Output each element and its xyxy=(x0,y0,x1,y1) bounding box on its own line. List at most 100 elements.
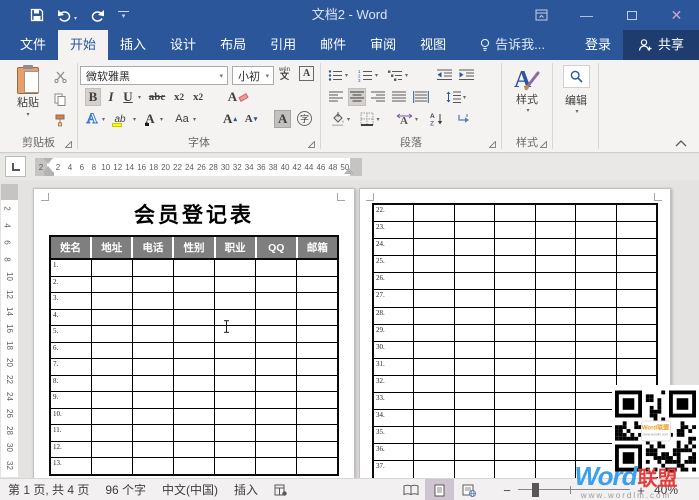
table-cell[interactable] xyxy=(133,359,173,375)
table-header-cell[interactable]: 性别 xyxy=(174,237,214,258)
table-cell[interactable] xyxy=(215,392,255,408)
table-cell[interactable] xyxy=(297,458,337,474)
first-line-indent-marker[interactable] xyxy=(43,158,53,164)
table-cell[interactable]: 22. xyxy=(374,205,414,222)
table-cell[interactable] xyxy=(133,392,173,408)
table-cell[interactable] xyxy=(454,273,495,290)
table-cell[interactable] xyxy=(454,427,495,444)
table-cell[interactable] xyxy=(616,222,656,239)
superscript-button[interactable]: x2 xyxy=(190,88,206,106)
shading-dropdown-icon[interactable]: ▾ xyxy=(347,116,350,123)
table-cell[interactable] xyxy=(576,273,616,290)
table-cell[interactable] xyxy=(454,239,495,256)
table-cell[interactable] xyxy=(215,375,255,391)
read-mode-button[interactable] xyxy=(396,479,425,500)
table-cell[interactable] xyxy=(297,326,337,342)
tab-layout[interactable]: 布局 xyxy=(208,30,258,60)
table-cell[interactable] xyxy=(256,293,296,309)
table-cell[interactable] xyxy=(297,293,337,309)
redo-button[interactable] xyxy=(90,9,105,22)
table-cell[interactable]: 33. xyxy=(374,393,414,410)
table-cell[interactable] xyxy=(215,309,255,325)
table-cell[interactable]: 29. xyxy=(374,324,414,341)
clear-formatting-button[interactable]: A xyxy=(226,88,250,106)
print-layout-button[interactable] xyxy=(425,479,454,500)
table-cell[interactable] xyxy=(535,324,576,341)
table-cell[interactable] xyxy=(92,458,132,474)
table-header-cell[interactable]: 职业 xyxy=(215,237,255,258)
table-cell[interactable] xyxy=(454,393,495,410)
table-cell[interactable] xyxy=(297,392,337,408)
text-effects-dropdown-icon[interactable]: ▾ xyxy=(102,116,105,123)
table-cell[interactable] xyxy=(414,256,454,273)
table-cell[interactable] xyxy=(174,260,214,276)
asian-layout-dropdown-icon[interactable]: ▾ xyxy=(415,116,418,123)
paragraph-dialog-launcher[interactable] xyxy=(489,141,496,148)
table-cell[interactable] xyxy=(256,458,296,474)
table-cell[interactable] xyxy=(576,290,616,307)
table-cell[interactable] xyxy=(495,461,535,478)
table-cell[interactable] xyxy=(454,461,495,478)
table-cell[interactable] xyxy=(616,358,656,375)
table-cell[interactable] xyxy=(454,205,495,222)
table-cell[interactable] xyxy=(414,307,454,324)
bold-button[interactable]: B xyxy=(85,88,101,106)
insert-mode-indicator[interactable]: 插入 xyxy=(234,481,258,498)
horizontal-ruler[interactable]: 2 2 4 6 8 10 12 14 16 18 20 22 24 26 28 30 32 34 36 38 40 42… xyxy=(35,158,362,176)
table-cell[interactable]: 1. xyxy=(51,260,91,276)
line-spacing-button[interactable]: ▾ xyxy=(443,88,469,106)
clipboard-dialog-launcher[interactable] xyxy=(65,141,72,148)
table-cell[interactable] xyxy=(174,425,214,441)
table-cell[interactable] xyxy=(133,458,173,474)
shrink-font-button[interactable]: A ▾ xyxy=(242,110,260,128)
table-cell[interactable] xyxy=(92,408,132,424)
table-cell[interactable] xyxy=(576,358,616,375)
table-cell[interactable] xyxy=(616,324,656,341)
table-cell[interactable] xyxy=(576,222,616,239)
table-cell[interactable] xyxy=(92,425,132,441)
paste-dropdown-icon[interactable]: ▾ xyxy=(26,111,29,118)
table-cell[interactable] xyxy=(576,239,616,256)
table-cell[interactable] xyxy=(133,260,173,276)
table-cell[interactable] xyxy=(454,324,495,341)
table-cell[interactable] xyxy=(215,408,255,424)
table-cell[interactable] xyxy=(215,441,255,457)
phonetic-guide-button[interactable]: wén 文 xyxy=(279,67,290,81)
font-color-dropdown-icon[interactable]: ▾ xyxy=(160,116,163,123)
table-cell[interactable] xyxy=(256,392,296,408)
table-cell[interactable] xyxy=(535,239,576,256)
table-cell[interactable] xyxy=(215,425,255,441)
italic-button[interactable]: I xyxy=(105,88,117,106)
table-cell[interactable]: 32. xyxy=(374,375,414,393)
cut-button[interactable] xyxy=(50,68,70,86)
minimize-button[interactable]: — xyxy=(564,0,609,30)
table-cell[interactable] xyxy=(454,375,495,393)
table-cell[interactable] xyxy=(174,326,214,342)
table-cell[interactable] xyxy=(495,256,535,273)
paste-button[interactable]: 粘贴 ▾ xyxy=(7,65,49,129)
share-button[interactable]: 共享 xyxy=(622,30,699,60)
table-cell[interactable] xyxy=(297,441,337,457)
zoom-out-button[interactable]: − xyxy=(500,483,514,498)
table-cell[interactable] xyxy=(454,222,495,239)
table-cell[interactable] xyxy=(414,341,454,358)
table-cell[interactable] xyxy=(535,410,576,427)
table-cell[interactable] xyxy=(174,458,214,474)
table-cell[interactable] xyxy=(616,205,656,222)
close-button[interactable]: ✕ xyxy=(654,0,699,30)
table-cell[interactable] xyxy=(133,342,173,358)
table-cell[interactable]: 36. xyxy=(374,444,414,461)
table-cell[interactable] xyxy=(495,307,535,324)
tab-mailings[interactable]: 邮件 xyxy=(308,30,358,60)
table-cell[interactable] xyxy=(215,276,255,292)
table-cell[interactable] xyxy=(535,427,576,444)
table-cell[interactable]: 34. xyxy=(374,410,414,427)
decrease-indent-button[interactable] xyxy=(435,66,453,84)
table-cell[interactable]: 3. xyxy=(51,293,91,309)
table-cell[interactable]: 2. xyxy=(51,276,91,292)
undo-dropdown-icon[interactable]: ▾ xyxy=(74,15,77,22)
align-center-button[interactable] xyxy=(348,88,366,106)
table-cell[interactable] xyxy=(616,256,656,273)
table-cell[interactable] xyxy=(414,410,454,427)
table-cell[interactable] xyxy=(174,276,214,292)
